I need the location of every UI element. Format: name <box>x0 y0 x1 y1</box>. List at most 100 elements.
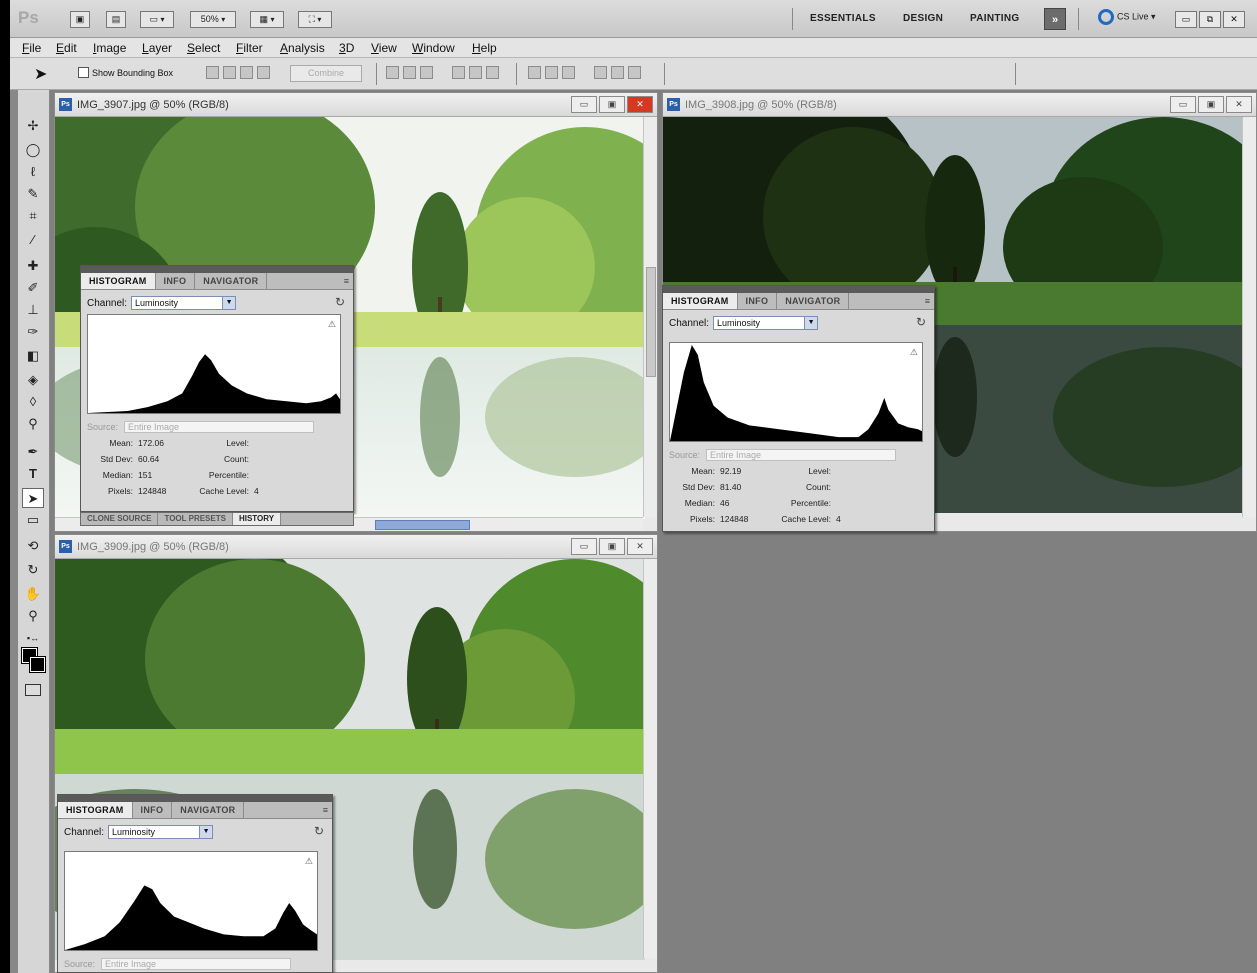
combine-button[interactable]: Combine <box>290 65 362 82</box>
distribute-bottom-icon[interactable] <box>562 66 575 79</box>
restore-app-button[interactable]: ⧉ <box>1199 11 1221 28</box>
document-title-bar[interactable]: Ps IMG_3908.jpg @ 50% (RGB/8) ▭ ▣ ✕ <box>663 93 1256 117</box>
tab-navigator[interactable]: NAVIGATOR <box>195 273 268 289</box>
launch-bridge-button[interactable]: ▣ <box>70 11 90 28</box>
move-tool-icon[interactable]: ✢ <box>22 116 44 136</box>
screen-mode-button[interactable]: ⛶ ▾ <box>298 11 332 28</box>
refresh-icon[interactable]: ↻ <box>916 315 926 329</box>
distribute-hcenter-icon[interactable] <box>611 66 624 79</box>
path-selection-tool-icon[interactable]: ➤ <box>22 488 44 508</box>
close-app-button[interactable]: ✕ <box>1223 11 1245 28</box>
close-doc-button[interactable]: ✕ <box>627 96 653 113</box>
tab-navigator[interactable]: NAVIGATOR <box>172 802 245 818</box>
menu-help[interactable]: Help <box>472 41 497 55</box>
align-left-icon[interactable] <box>452 66 465 79</box>
vertical-scroll-thumb[interactable] <box>646 267 656 377</box>
history-brush-tool-icon[interactable]: ✑ <box>22 322 44 342</box>
distribute-right-icon[interactable] <box>628 66 641 79</box>
tab-info[interactable]: INFO <box>133 802 173 818</box>
tab-info[interactable]: INFO <box>738 293 778 309</box>
source-select[interactable]: Entire Image <box>101 958 292 970</box>
tab-tool-presets[interactable]: TOOL PRESETS <box>158 513 233 525</box>
intersect-area-icon[interactable] <box>257 66 270 79</box>
more-workspaces-button[interactable]: » <box>1044 8 1066 30</box>
refresh-icon[interactable]: ↻ <box>314 824 324 838</box>
clone-stamp-tool-icon[interactable]: ⊥ <box>22 300 44 320</box>
channel-select[interactable]: Luminosity ▼ <box>131 296 237 310</box>
menu-window[interactable]: Window <box>412 41 455 55</box>
minimize-doc-button[interactable]: ▭ <box>571 96 597 113</box>
3d-orbit-tool-icon[interactable]: ↻ <box>22 560 44 580</box>
document-title-bar[interactable]: Ps IMG_3909.jpg @ 50% (RGB/8) ▭ ▣ ✕ <box>55 535 657 559</box>
workspace-essentials[interactable]: ESSENTIALS <box>810 13 876 24</box>
align-right-icon[interactable] <box>486 66 499 79</box>
panel-grip[interactable] <box>58 795 332 802</box>
maximize-doc-button[interactable]: ▣ <box>1198 96 1224 113</box>
source-select[interactable]: Entire Image <box>706 449 897 461</box>
rectangle-tool-icon[interactable]: ▭ <box>22 510 44 530</box>
checkbox-box[interactable] <box>78 67 89 78</box>
new-area-icon[interactable] <box>206 66 219 79</box>
menu-view[interactable]: View <box>371 41 397 55</box>
menu-image[interactable]: Image <box>93 41 126 55</box>
align-top-icon[interactable] <box>386 66 399 79</box>
eyedropper-tool-icon[interactable]: ⁄ <box>22 230 44 250</box>
zoom-tool-icon[interactable]: ⚲ <box>22 606 44 626</box>
source-select[interactable]: Entire Image <box>124 421 315 433</box>
refresh-icon[interactable]: ↻ <box>335 295 345 309</box>
move-tool-preset-icon[interactable]: ➤ <box>34 64 47 84</box>
add-area-icon[interactable] <box>223 66 236 79</box>
brush-tool-icon[interactable]: ✐ <box>22 278 44 298</box>
distribute-vcenter-icon[interactable] <box>545 66 558 79</box>
paint-bucket-tool-icon[interactable]: ◈ <box>22 370 44 390</box>
menu-layer[interactable]: Layer <box>142 41 172 55</box>
minimize-doc-button[interactable]: ▭ <box>1170 96 1196 113</box>
document-title-bar[interactable]: Ps IMG_3907.jpg @ 50% (RGB/8) ▭ ▣ ✕ <box>55 93 657 117</box>
horizontal-scroll-thumb[interactable] <box>375 520 470 530</box>
channel-select[interactable]: Luminosity ▼ <box>713 316 819 330</box>
eraser-tool-icon[interactable]: ◧ <box>22 346 44 366</box>
tab-histogram[interactable]: HISTOGRAM <box>58 802 133 818</box>
maximize-doc-button[interactable]: ▣ <box>599 96 625 113</box>
minimize-doc-button[interactable]: ▭ <box>571 538 597 555</box>
healing-brush-tool-icon[interactable]: ✚ <box>22 256 44 276</box>
pen-tool-icon[interactable]: ✒ <box>22 442 44 462</box>
lasso-tool-icon[interactable]: ℓ <box>22 162 44 182</box>
default-colors-icon[interactable]: ▪↔ <box>22 628 44 648</box>
type-tool-icon[interactable]: T <box>22 464 44 484</box>
menu-3d[interactable]: 3D <box>339 41 354 55</box>
menu-select[interactable]: Select <box>187 41 220 55</box>
tab-histogram[interactable]: HISTOGRAM <box>81 273 156 289</box>
align-bottom-icon[interactable] <box>420 66 433 79</box>
tab-histogram[interactable]: HISTOGRAM <box>663 293 738 309</box>
close-doc-button[interactable]: ✕ <box>1226 96 1252 113</box>
menu-edit[interactable]: Edit <box>56 41 77 55</box>
menu-file[interactable]: File <box>22 41 41 55</box>
subtract-area-icon[interactable] <box>240 66 253 79</box>
maximize-doc-button[interactable]: ▣ <box>599 538 625 555</box>
crop-tool-icon[interactable]: ⌗ <box>22 206 44 226</box>
tab-navigator[interactable]: NAVIGATOR <box>777 293 850 309</box>
workspace-painting[interactable]: PAINTING <box>970 13 1019 24</box>
arrange-documents-button[interactable]: ▦ ▾ <box>250 11 284 28</box>
hand-tool-icon[interactable]: ✋ <box>22 584 44 604</box>
quick-selection-tool-icon[interactable]: ✎ <box>22 184 44 204</box>
channel-select[interactable]: Luminosity ▼ <box>108 825 214 839</box>
marquee-tool-icon[interactable]: ◯ <box>22 140 44 160</box>
launch-mini-bridge-button[interactable]: ▤ <box>106 11 126 28</box>
cs-live-button[interactable]: CS Live ▾ <box>1098 9 1156 25</box>
panel-menu-icon[interactable]: ≡ <box>344 276 349 286</box>
close-doc-button[interactable]: ✕ <box>627 538 653 555</box>
workspace-design[interactable]: DESIGN <box>903 13 943 24</box>
3d-rotate-tool-icon[interactable]: ⟲ <box>22 536 44 556</box>
quick-mask-icon[interactable] <box>25 684 41 696</box>
show-bounding-box-checkbox[interactable]: Show Bounding Box <box>78 67 173 78</box>
view-extras-button[interactable]: ▭ ▾ <box>140 11 174 28</box>
minimize-app-button[interactable]: ▭ <box>1175 11 1197 28</box>
zoom-level-dropdown[interactable]: 50% ▾ <box>190 11 236 28</box>
background-color-swatch[interactable] <box>29 656 46 673</box>
menu-analysis[interactable]: Analysis <box>280 41 325 55</box>
align-hcenter-icon[interactable] <box>469 66 482 79</box>
align-vcenter-icon[interactable] <box>403 66 416 79</box>
panel-menu-icon[interactable]: ≡ <box>323 805 328 815</box>
